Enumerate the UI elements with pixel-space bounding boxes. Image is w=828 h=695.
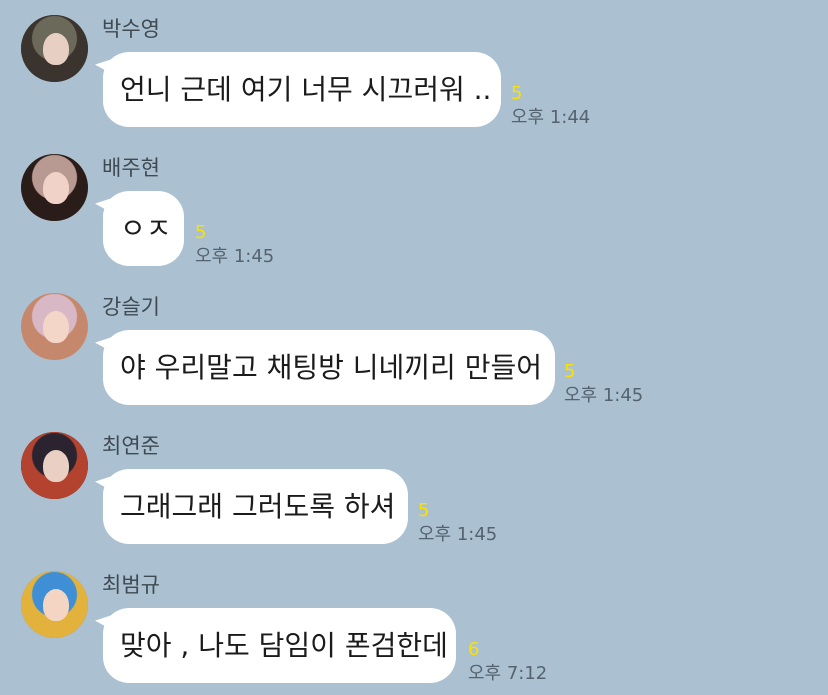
avatar[interactable] [21, 154, 88, 221]
sender-name: 박수영 [102, 17, 160, 41]
avatar-face-shape [43, 589, 69, 621]
avatar[interactable] [21, 293, 88, 360]
chat-message: 배주현 ㅇㅈ 5 오후 1:45 [0, 139, 828, 278]
sender-name: 최연준 [102, 434, 160, 458]
unread-count: 5 [564, 361, 576, 382]
avatar[interactable] [21, 15, 88, 82]
message-bubble[interactable]: ㅇㅈ [103, 191, 184, 266]
avatar-face-shape [43, 33, 69, 65]
unread-count: 5 [418, 500, 430, 521]
message-time: 오후 1:45 [564, 385, 644, 406]
message-bubble[interactable]: 언니 근데 여기 너무 시끄러워 .. [103, 52, 501, 127]
chat-message: 최연준 그래그래 그러도록 하셔 5 오후 1:45 [0, 417, 828, 556]
unread-count: 6 [468, 639, 480, 660]
unread-count: 5 [195, 222, 207, 243]
unread-count: 5 [511, 83, 523, 104]
chat-message: 최범규 맞아 , 나도 담임이 폰검한데 6 오후 7:12 [0, 556, 828, 695]
avatar-face-shape [43, 450, 69, 482]
message-bubble[interactable]: 야 우리말고 채팅방 니네끼리 만들어 [103, 330, 555, 405]
sender-name: 배주현 [102, 156, 160, 180]
message-time: 오후 7:12 [468, 663, 548, 684]
sender-name: 강슬기 [102, 295, 160, 319]
chat-message: 강슬기 야 우리말고 채팅방 니네끼리 만들어 5 오후 1:45 [0, 278, 828, 417]
message-bubble[interactable]: 그래그래 그러도록 하셔 [103, 469, 408, 544]
avatar[interactable] [21, 432, 88, 499]
avatar-face-shape [43, 311, 69, 343]
sender-name: 최범규 [102, 573, 160, 597]
avatar-face-shape [43, 172, 69, 204]
chat-message: 박수영 언니 근데 여기 너무 시끄러워 .. 5 오후 1:44 [0, 0, 828, 139]
avatar[interactable] [21, 571, 88, 638]
message-time: 오후 1:44 [511, 107, 591, 128]
message-time: 오후 1:45 [418, 524, 498, 545]
message-bubble[interactable]: 맞아 , 나도 담임이 폰검한데 [103, 608, 456, 683]
message-time: 오후 1:45 [195, 246, 275, 267]
